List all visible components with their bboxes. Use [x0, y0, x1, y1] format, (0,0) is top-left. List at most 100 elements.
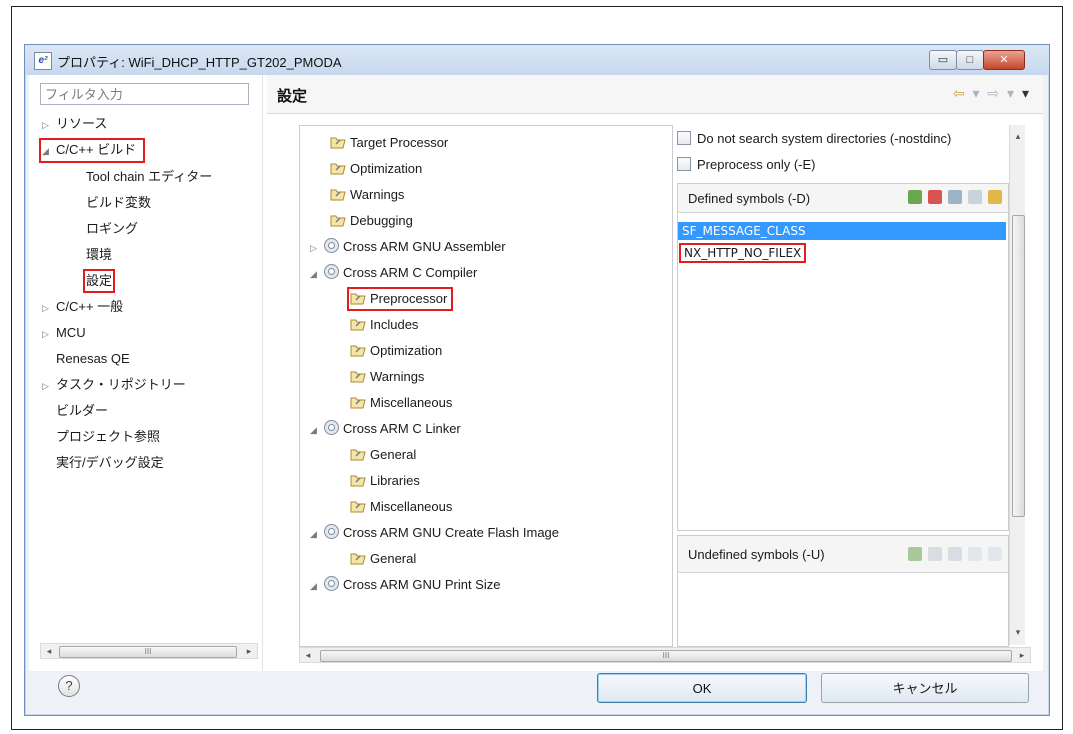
back-menu-chevron-icon[interactable]: ▾	[973, 85, 982, 101]
nav-item-project-references[interactable]: プロジェクト参照	[56, 428, 160, 446]
option-page-icon	[350, 293, 366, 305]
collapse-arrow-icon[interactable]: ◢	[310, 577, 324, 595]
nav-item-builders[interactable]: ビルダー	[56, 402, 108, 420]
nav-item-cpp-general[interactable]: ▷ C/C++ 一般	[42, 298, 123, 317]
close-button[interactable]: ✕	[983, 50, 1025, 70]
scroll-right-icon[interactable]: ▸	[241, 644, 257, 658]
tree-item-label: Libraries	[370, 473, 420, 488]
cancel-button[interactable]: キャンセル	[821, 673, 1029, 703]
edit-symbol-icon[interactable]	[948, 547, 962, 561]
scrollbar-thumb[interactable]: III	[59, 646, 237, 658]
tree-item-label: Preprocessor	[370, 291, 448, 306]
maximize-button[interactable]: □	[956, 50, 984, 70]
tree-item-arm-c-linker[interactable]: ◢ Cross ARM C Linker	[310, 420, 461, 439]
title-bar[interactable]: e² プロパティ: WiFi_DHCP_HTTP_GT202_PMODA ▭ □…	[25, 45, 1049, 75]
nav-item-task-repository[interactable]: ▷ タスク・リポジトリー	[42, 376, 186, 395]
back-arrow-icon[interactable]: ⇦	[953, 85, 967, 101]
filter-input[interactable]: フィルタ入力	[40, 83, 249, 105]
sash-divider[interactable]	[262, 75, 263, 671]
nav-item-settings[interactable]: 設定	[82, 269, 116, 293]
tree-item-optimization[interactable]: Optimization	[330, 160, 422, 178]
settings-vertical-scrollbar[interactable]: ▴ ▾	[1009, 125, 1025, 645]
add-symbol-icon[interactable]	[908, 547, 922, 561]
defined-symbol-row[interactable]: NX_HTTP_NO_FILEX	[678, 243, 809, 263]
expand-arrow-icon[interactable]: ▷	[42, 299, 56, 317]
nostdinc-option[interactable]: Do not search system directories (-nostd…	[677, 131, 951, 146]
move-up-icon[interactable]	[968, 190, 982, 204]
tree-item-linker-general[interactable]: General	[350, 446, 416, 464]
nav-item-toolchain-editor[interactable]: Tool chain エディター	[86, 168, 212, 186]
option-page-icon	[350, 345, 366, 357]
scroll-left-icon[interactable]: ◂	[300, 648, 316, 662]
expand-arrow-icon[interactable]: ▷	[42, 377, 56, 395]
tool-horizontal-scrollbar[interactable]: ◂ III ▸	[299, 647, 1031, 663]
move-up-icon[interactable]	[968, 547, 982, 561]
tool-gear-icon	[324, 576, 339, 591]
nav-item-environment[interactable]: 環境	[86, 246, 112, 264]
tree-item-flash-image[interactable]: ◢ Cross ARM GNU Create Flash Image	[310, 524, 559, 543]
nav-item-resource[interactable]: ▷ リソース	[42, 115, 107, 134]
forward-menu-chevron-icon[interactable]: ▾	[1007, 85, 1016, 101]
collapse-arrow-icon[interactable]: ◢	[310, 265, 324, 283]
scrollbar-thumb[interactable]: III	[320, 650, 1012, 662]
scroll-down-icon[interactable]: ▾	[1010, 625, 1026, 639]
tree-item-compiler-warnings[interactable]: Warnings	[350, 368, 424, 386]
tree-item-warnings[interactable]: Warnings	[330, 186, 404, 204]
nav-item-label: C/C++ 一般	[56, 299, 124, 314]
tree-item-label: Optimization	[370, 343, 443, 358]
tree-item-linker-miscellaneous[interactable]: Miscellaneous	[350, 498, 452, 516]
tree-item-arm-assembler[interactable]: ▷ Cross ARM GNU Assembler	[310, 238, 506, 257]
tree-item-debugging[interactable]: Debugging	[330, 212, 413, 230]
view-menu-chevron-icon[interactable]: ▾	[1022, 85, 1031, 101]
tree-item-compiler-miscellaneous[interactable]: Miscellaneous	[350, 394, 452, 412]
nav-item-mcu[interactable]: ▷ MCU	[42, 324, 86, 343]
collapse-arrow-icon[interactable]: ◢	[42, 142, 56, 160]
scroll-left-icon[interactable]: ◂	[41, 644, 57, 658]
nostdinc-checkbox[interactable]	[677, 131, 691, 145]
preprocess-only-option[interactable]: Preprocess only (-E)	[677, 157, 815, 172]
nav-item-renesas-qe[interactable]: Renesas QE	[56, 350, 130, 368]
nav-item-run-debug-settings[interactable]: 実行/デバッグ設定	[56, 454, 164, 472]
nav-item-cpp-build[interactable]: ◢ C/C++ ビルド	[38, 138, 146, 163]
defined-symbol-row[interactable]: SF_MESSAGE_CLASS	[678, 222, 1006, 240]
defined-symbols-header: Defined symbols (-D)	[678, 184, 1008, 213]
tree-item-flash-general[interactable]: General	[350, 550, 416, 568]
tree-item-label: Cross ARM C Compiler	[343, 265, 478, 280]
tree-item-label: Cross ARM C Linker	[343, 421, 461, 436]
option-page-icon	[330, 163, 346, 175]
defined-symbols-label: Defined symbols (-D)	[688, 191, 811, 206]
tree-item-linker-libraries[interactable]: Libraries	[350, 472, 420, 490]
delete-symbol-icon[interactable]	[928, 190, 942, 204]
nav-horizontal-scrollbar[interactable]: ◂ III ▸	[40, 643, 258, 659]
tree-item-label: Cross ARM GNU Print Size	[343, 577, 501, 592]
minimize-button[interactable]: ▭	[929, 50, 957, 70]
scroll-right-icon[interactable]: ▸	[1014, 648, 1030, 662]
scrollbar-thumb[interactable]	[1012, 215, 1025, 517]
expand-arrow-icon[interactable]: ▷	[42, 116, 56, 134]
add-symbol-icon[interactable]	[908, 190, 922, 204]
ok-button[interactable]: OK	[597, 673, 807, 703]
scroll-up-icon[interactable]: ▴	[1010, 129, 1026, 143]
collapse-arrow-icon[interactable]: ◢	[310, 421, 324, 439]
tree-item-print-size[interactable]: ◢ Cross ARM GNU Print Size	[310, 576, 500, 595]
expand-arrow-icon[interactable]: ▷	[42, 325, 56, 343]
delete-symbol-icon[interactable]	[928, 547, 942, 561]
tree-item-target-processor[interactable]: Target Processor	[330, 134, 448, 152]
help-icon[interactable]: ?	[58, 675, 80, 697]
option-page-icon	[350, 501, 366, 513]
properties-dialog: e² プロパティ: WiFi_DHCP_HTTP_GT202_PMODA ▭ □…	[24, 44, 1050, 716]
expand-arrow-icon[interactable]: ▷	[310, 239, 324, 257]
move-down-icon[interactable]	[988, 547, 1002, 561]
tree-item-compiler-optimization[interactable]: Optimization	[350, 342, 442, 360]
nav-item-build-variables[interactable]: ビルド変数	[86, 194, 151, 212]
tree-item-preprocessor[interactable]: Preprocessor	[346, 287, 454, 311]
preprocess-only-checkbox[interactable]	[677, 157, 691, 171]
move-down-icon[interactable]	[988, 190, 1002, 204]
forward-arrow-icon[interactable]: ⇨	[987, 85, 1001, 101]
tree-item-label: Cross ARM GNU Assembler	[343, 239, 506, 254]
edit-symbol-icon[interactable]	[948, 190, 962, 204]
tree-item-arm-c-compiler[interactable]: ◢ Cross ARM C Compiler	[310, 264, 477, 283]
tree-item-includes[interactable]: Includes	[350, 316, 418, 334]
nav-item-logging[interactable]: ロギング	[86, 220, 138, 238]
collapse-arrow-icon[interactable]: ◢	[310, 525, 324, 543]
